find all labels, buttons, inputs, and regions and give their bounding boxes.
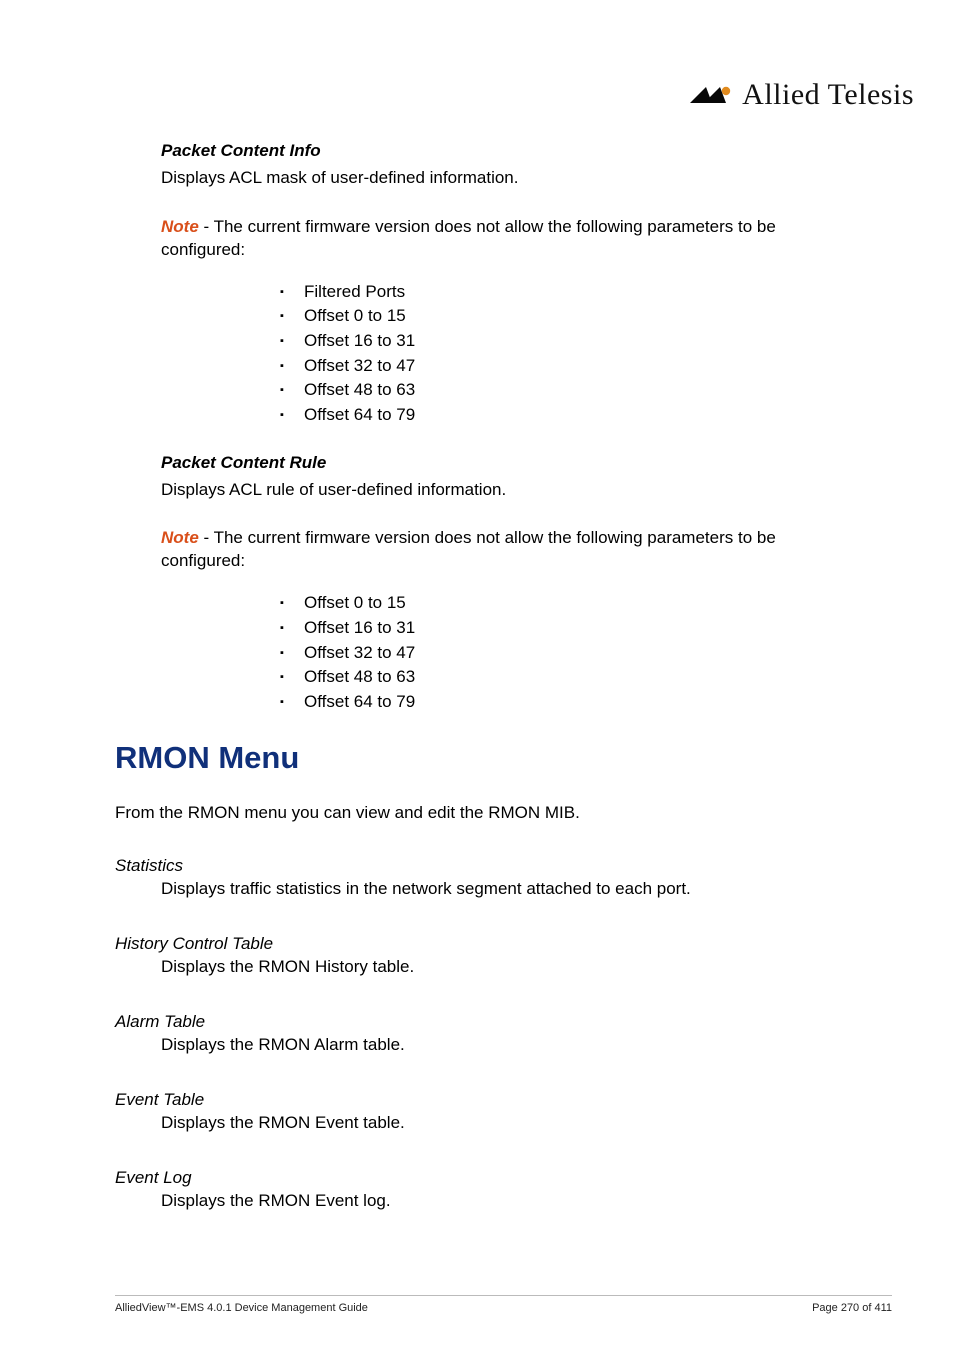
- def-term-statistics: Statistics: [115, 855, 839, 878]
- packet-content-rule-note: Note - The current firmware version does…: [161, 527, 839, 573]
- rmon-intro: From the RMON menu you can view and edit…: [115, 802, 839, 825]
- note-body: - The current firmware version does not …: [161, 528, 776, 570]
- def-term-event-table: Event Table: [115, 1089, 839, 1112]
- list-item: Offset 16 to 31: [280, 329, 839, 354]
- brand-text: Allied Telesis: [742, 78, 914, 112]
- packet-content-rule-desc: Displays ACL rule of user-defined inform…: [161, 479, 839, 502]
- rmon-menu-heading: RMON Menu: [115, 737, 839, 779]
- list-item: Offset 0 to 15: [280, 304, 839, 329]
- list-item: Offset 0 to 15: [280, 591, 839, 616]
- def-desc-statistics: Displays traffic statistics in the netwo…: [161, 878, 839, 901]
- note-body: - The current firmware version does not …: [161, 217, 776, 259]
- list-item: Offset 48 to 63: [280, 378, 839, 403]
- allied-telesis-icon: [690, 83, 734, 107]
- def-term-history: History Control Table: [115, 933, 839, 956]
- def-desc-alarm: Displays the RMON Alarm table.: [161, 1034, 839, 1057]
- packet-content-rule-bullets: Offset 0 to 15 Offset 16 to 31 Offset 32…: [280, 589, 839, 716]
- packet-content-info-bullets: Filtered Ports Offset 0 to 15 Offset 16 …: [280, 278, 839, 430]
- list-item: Offset 32 to 47: [280, 354, 839, 379]
- footer-right: Page 270 of 411: [812, 1302, 892, 1314]
- list-item: Filtered Ports: [280, 280, 839, 305]
- def-term-event-log: Event Log: [115, 1167, 839, 1190]
- packet-content-info-note: Note - The current firmware version does…: [161, 216, 839, 262]
- def-term-alarm: Alarm Table: [115, 1011, 839, 1034]
- list-item: Offset 16 to 31: [280, 616, 839, 641]
- def-desc-history: Displays the RMON History table.: [161, 956, 839, 979]
- def-desc-event-table: Displays the RMON Event table.: [161, 1112, 839, 1135]
- packet-content-info-title: Packet Content Info: [161, 140, 839, 163]
- page-header-graphic: Allied Telesis: [0, 0, 954, 140]
- list-item: Offset 32 to 47: [280, 641, 839, 666]
- packet-content-info-desc: Displays ACL mask of user-defined inform…: [161, 167, 839, 190]
- footer-left: AlliedView™-EMS 4.0.1 Device Management …: [115, 1302, 368, 1314]
- list-item: Offset 64 to 79: [280, 403, 839, 428]
- list-item: Offset 48 to 63: [280, 665, 839, 690]
- page-footer: AlliedView™-EMS 4.0.1 Device Management …: [115, 1295, 892, 1314]
- brand-logo: Allied Telesis: [690, 78, 914, 112]
- list-item: Offset 64 to 79: [280, 690, 839, 715]
- def-desc-event-log: Displays the RMON Event log.: [161, 1190, 839, 1213]
- page-content: Packet Content Info Displays ACL mask of…: [0, 140, 954, 1213]
- note-label: Note: [161, 528, 199, 547]
- note-label: Note: [161, 217, 199, 236]
- packet-content-rule-title: Packet Content Rule: [161, 452, 839, 475]
